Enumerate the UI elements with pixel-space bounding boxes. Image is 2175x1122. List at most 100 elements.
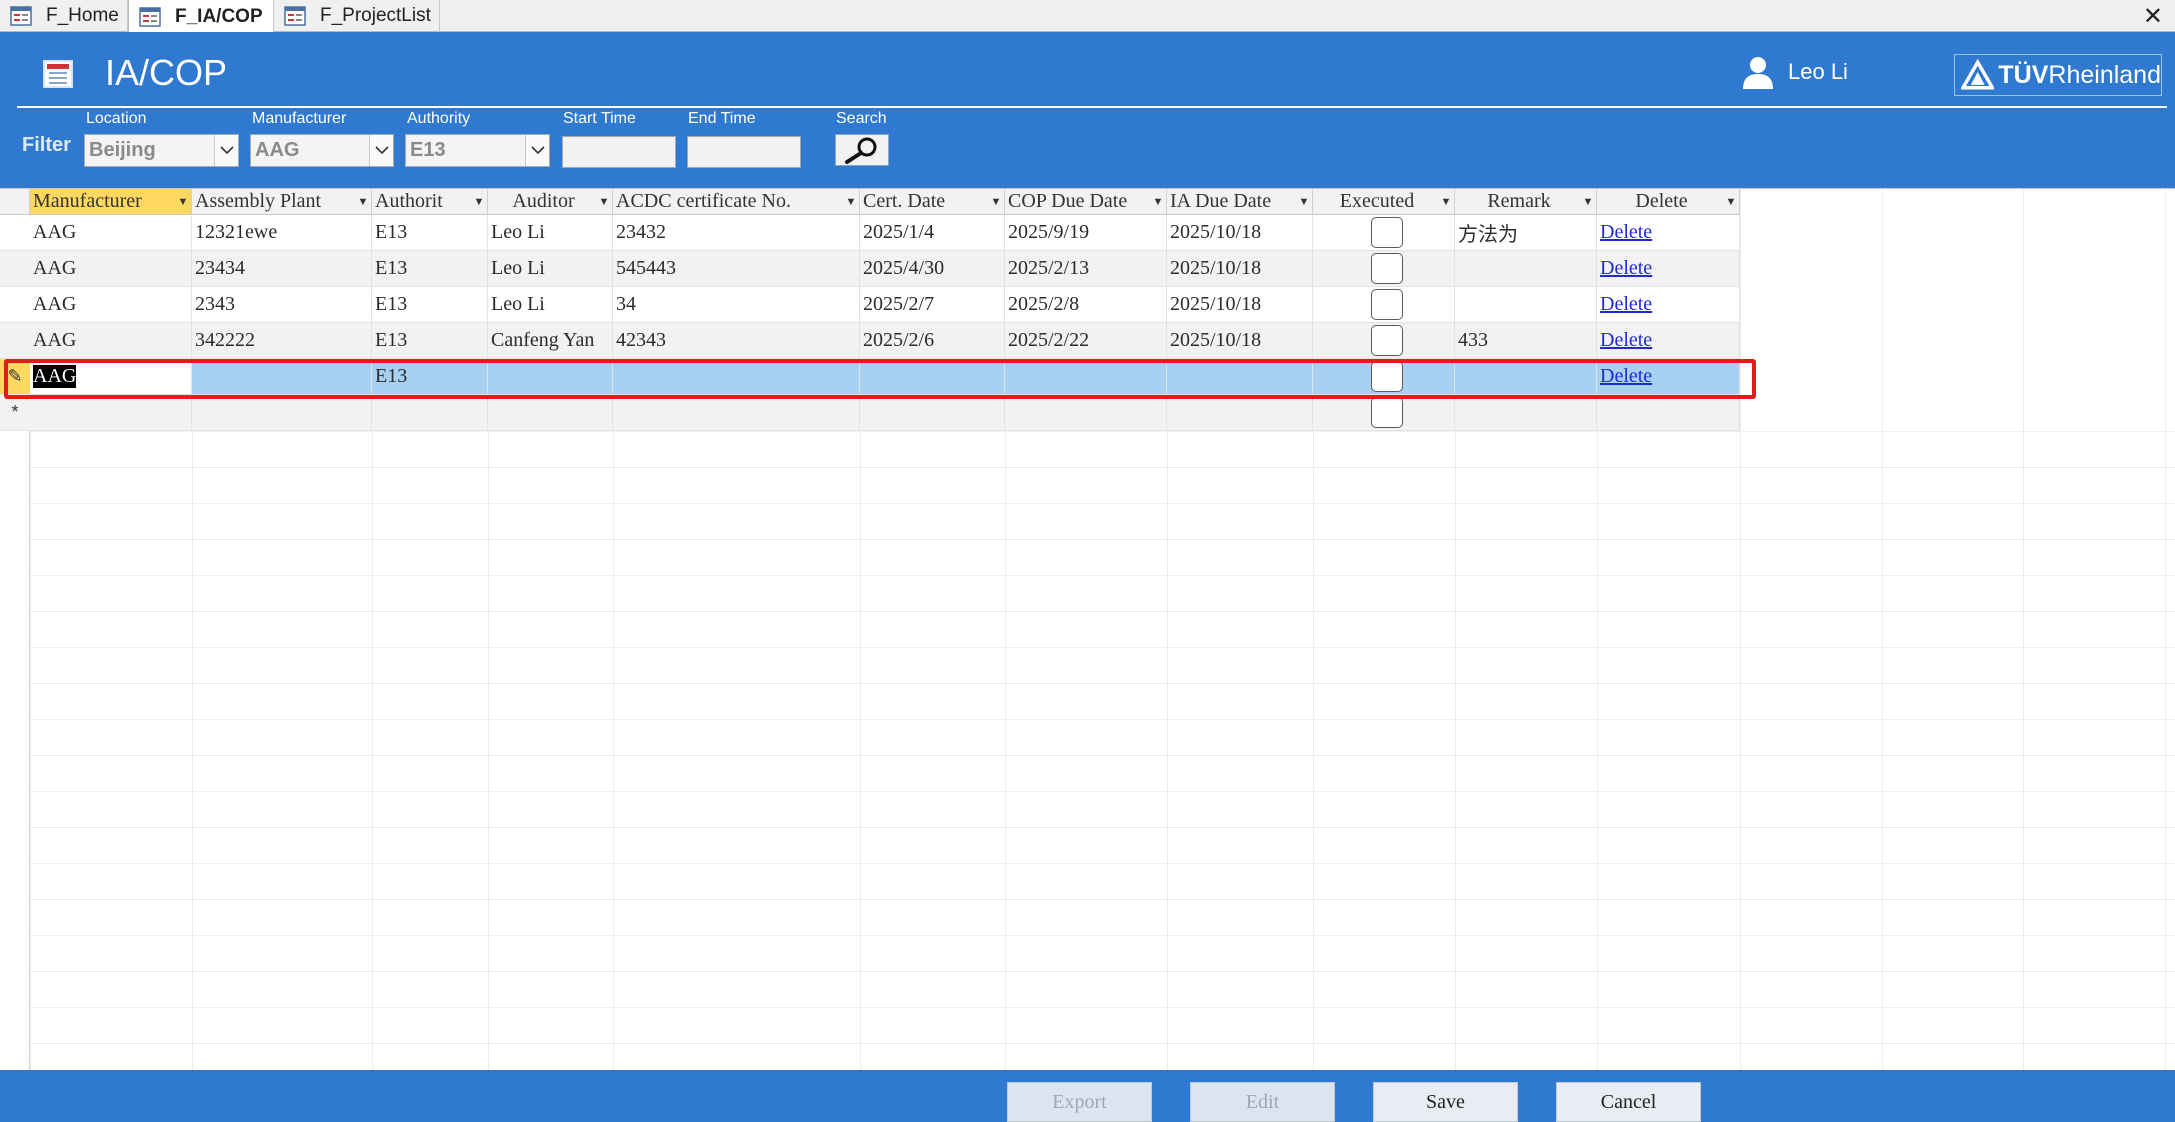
record-selector[interactable] [0, 251, 30, 287]
tab-f-home[interactable]: F_Home [0, 0, 128, 32]
ia-due-date-cell[interactable]: 2025/10/18 [1167, 215, 1313, 251]
executed-checkbox[interactable] [1371, 325, 1403, 356]
chevron-down-icon[interactable] [525, 135, 549, 166]
cert-date-cell[interactable]: 2025/2/7 [860, 287, 1005, 323]
column-header-delete[interactable]: Delete ▼ [1597, 189, 1740, 215]
delete-link[interactable]: Delete [1600, 365, 1652, 388]
column-header-acdc-cert-no[interactable]: ACDC certificate No. ▼ [613, 189, 860, 215]
column-header-remark[interactable]: Remark ▼ [1455, 189, 1597, 215]
remark-cell[interactable] [1455, 287, 1597, 323]
acdc-cert-no-new-cell[interactable] [613, 395, 860, 431]
tab-f-ia-cop[interactable]: F_IA/COP [128, 0, 274, 33]
cop-due-date-new-cell[interactable] [1005, 395, 1167, 431]
auditor-cell[interactable]: Leo Li [488, 287, 613, 323]
chevron-down-icon[interactable] [369, 135, 393, 166]
executed-checkbox[interactable] [1371, 253, 1403, 284]
remark-cell[interactable]: 方法为 [1455, 215, 1597, 251]
column-header-authority[interactable]: Authorit ▼ [372, 189, 488, 215]
record-selector[interactable] [0, 215, 30, 251]
cop-due-date-cell[interactable]: 2025/2/22 [1005, 323, 1167, 359]
cert-date-cell[interactable]: 2025/1/4 [860, 215, 1005, 251]
acdc-cert-no-cell[interactable]: 34 [613, 287, 860, 323]
assembly-plant-cell[interactable]: 23434 [192, 251, 372, 287]
cop-due-date-cell[interactable]: 2025/2/13 [1005, 251, 1167, 287]
cop-due-date-cell[interactable]: 2025/9/19 [1005, 215, 1167, 251]
column-header-executed[interactable]: Executed ▼ [1313, 189, 1455, 215]
tab-f-projectlist[interactable]: F_ProjectList [274, 0, 440, 32]
delete-cell[interactable]: Delete [1597, 323, 1740, 359]
column-filter-icon[interactable]: ▼ [175, 196, 191, 208]
auditor-edit-cell[interactable] [488, 359, 613, 395]
assembly-plant-cell[interactable]: 342222 [192, 323, 372, 359]
ia-due-date-edit-cell[interactable] [1167, 359, 1313, 395]
assembly-plant-cell[interactable]: 2343 [192, 287, 372, 323]
remark-new-cell[interactable] [1455, 395, 1597, 431]
chevron-down-icon[interactable] [214, 135, 238, 166]
column-filter-icon[interactable]: ▼ [843, 196, 859, 208]
ia-due-date-cell[interactable]: 2025/10/18 [1167, 323, 1313, 359]
assembly-plant-new-cell[interactable] [192, 395, 372, 431]
cert-date-cell[interactable]: 2025/2/6 [860, 323, 1005, 359]
search-button[interactable] [835, 134, 889, 166]
manufacturer-cell[interactable]: AAG [30, 287, 192, 323]
remark-edit-cell[interactable] [1455, 359, 1597, 395]
executed-cell[interactable] [1313, 251, 1455, 287]
manufacturer-edit-cell[interactable]: AAG [30, 359, 192, 395]
column-header-cert-date[interactable]: Cert. Date ▼ [860, 189, 1005, 215]
delete-new-cell[interactable] [1597, 395, 1740, 431]
delete-link[interactable]: Delete [1600, 221, 1652, 244]
ia-due-date-cell[interactable]: 2025/10/18 [1167, 251, 1313, 287]
delete-link[interactable]: Delete [1600, 329, 1652, 352]
acdc-cert-no-cell[interactable]: 23432 [613, 215, 860, 251]
authority-new-cell[interactable] [372, 395, 488, 431]
ia-due-date-new-cell[interactable] [1167, 395, 1313, 431]
edit-button[interactable]: Edit [1190, 1082, 1335, 1122]
manufacturer-cell[interactable]: AAG [30, 215, 192, 251]
delete-edit-cell[interactable]: Delete [1597, 359, 1740, 395]
manufacturer-cell[interactable]: AAG [30, 323, 192, 359]
column-header-manufacturer[interactable]: Manufacturer ▼ [30, 189, 192, 215]
acdc-cert-no-cell[interactable]: 545443 [613, 251, 860, 287]
executed-cell[interactable] [1313, 323, 1455, 359]
save-button[interactable]: Save [1373, 1082, 1518, 1122]
executed-checkbox[interactable] [1371, 217, 1403, 248]
column-header-auditor[interactable]: Auditor ▼ [488, 189, 613, 215]
executed-cell[interactable] [1313, 215, 1455, 251]
column-filter-icon[interactable]: ▼ [1438, 196, 1454, 208]
column-filter-icon[interactable]: ▼ [471, 196, 487, 208]
manufacturer-combo[interactable]: AAG [250, 134, 394, 167]
new-record-selector[interactable]: * [0, 395, 30, 431]
column-filter-icon[interactable]: ▼ [1723, 196, 1739, 208]
authority-cell[interactable]: E13 [372, 215, 488, 251]
column-filter-icon[interactable]: ▼ [355, 196, 371, 208]
delete-cell[interactable]: Delete [1597, 215, 1740, 251]
remark-cell[interactable]: 433 [1455, 323, 1597, 359]
start-time-input[interactable] [562, 136, 676, 168]
executed-checkbox[interactable] [1371, 289, 1403, 320]
assembly-plant-edit-cell[interactable] [192, 359, 372, 395]
cert-date-new-cell[interactable] [860, 395, 1005, 431]
record-selector[interactable] [0, 323, 30, 359]
cancel-button[interactable]: Cancel [1556, 1082, 1701, 1122]
auditor-new-cell[interactable] [488, 395, 613, 431]
auditor-cell[interactable]: Leo Li [488, 251, 613, 287]
cop-due-date-edit-cell[interactable] [1005, 359, 1167, 395]
editing-record-selector[interactable]: ✎ [0, 359, 30, 395]
export-button[interactable]: Export [1007, 1082, 1152, 1122]
executed-edit-cell[interactable] [1313, 359, 1455, 395]
cert-date-cell[interactable]: 2025/4/30 [860, 251, 1005, 287]
cop-due-date-cell[interactable]: 2025/2/8 [1005, 287, 1167, 323]
delete-cell[interactable]: Delete [1597, 251, 1740, 287]
cert-date-edit-cell[interactable] [860, 359, 1005, 395]
executed-new-cell[interactable] [1313, 395, 1455, 431]
assembly-plant-cell[interactable]: 12321ewe [192, 215, 372, 251]
ia-due-date-cell[interactable]: 2025/10/18 [1167, 287, 1313, 323]
executed-cell[interactable] [1313, 287, 1455, 323]
acdc-cert-no-edit-cell[interactable] [613, 359, 860, 395]
manufacturer-cell[interactable]: AAG [30, 251, 192, 287]
delete-cell[interactable]: Delete [1597, 287, 1740, 323]
column-header-assembly-plant[interactable]: Assembly Plant ▼ [192, 189, 372, 215]
end-time-input[interactable] [687, 136, 801, 168]
executed-checkbox[interactable] [1371, 361, 1403, 392]
record-selector[interactable] [0, 287, 30, 323]
